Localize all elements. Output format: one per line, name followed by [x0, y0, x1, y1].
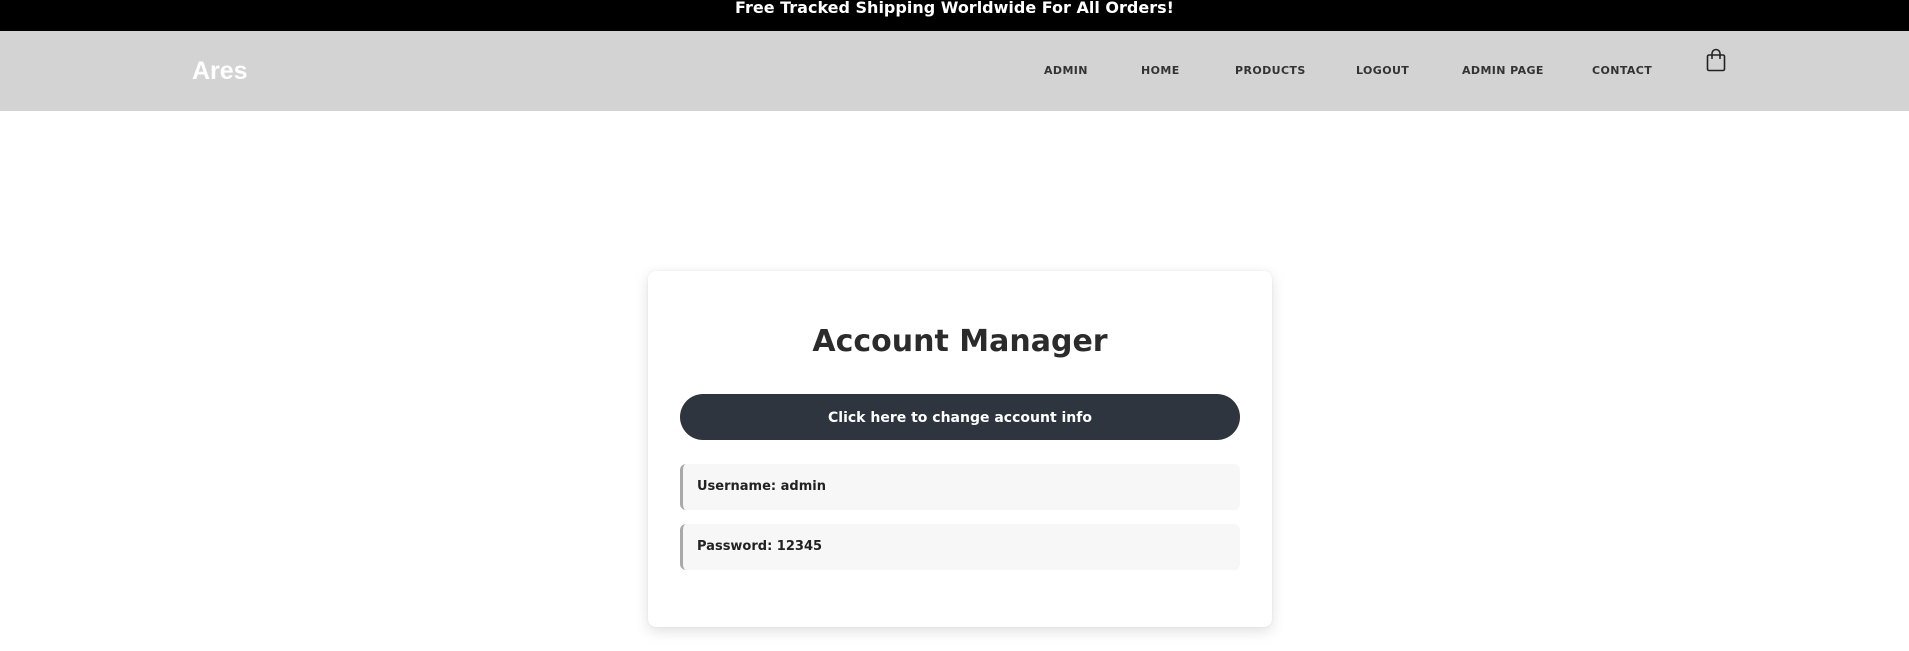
- site-header: Ares ADMIN HOME PRODUCTS LOGOUT ADMIN PA…: [0, 31, 1909, 111]
- announcement-text: Free Tracked Shipping Worldwide For All …: [735, 0, 1174, 17]
- nav-products[interactable]: PRODUCTS: [1235, 64, 1306, 77]
- announcement-bar: Free Tracked Shipping Worldwide For All …: [0, 0, 1909, 31]
- page-title: Account Manager: [812, 324, 1108, 359]
- nav-home[interactable]: HOME: [1141, 64, 1180, 77]
- change-account-info-button[interactable]: Click here to change account info: [680, 394, 1240, 440]
- shopping-bag-icon[interactable]: [1706, 48, 1726, 72]
- main-nav: ADMIN HOME PRODUCTS LOGOUT ADMIN PAGE CO…: [0, 64, 1909, 84]
- nav-contact[interactable]: CONTACT: [1592, 64, 1652, 77]
- account-manager-card: Account Manager Click here to change acc…: [648, 271, 1272, 627]
- nav-admin[interactable]: ADMIN: [1044, 64, 1088, 77]
- password-row: Password: 12345: [680, 524, 1240, 570]
- username-row: Username: admin: [680, 464, 1240, 510]
- username-text: Username: admin: [697, 479, 826, 494]
- nav-admin-page[interactable]: ADMIN PAGE: [1462, 64, 1544, 77]
- nav-logout[interactable]: LOGOUT: [1356, 64, 1409, 77]
- password-text: Password: 12345: [697, 539, 823, 554]
